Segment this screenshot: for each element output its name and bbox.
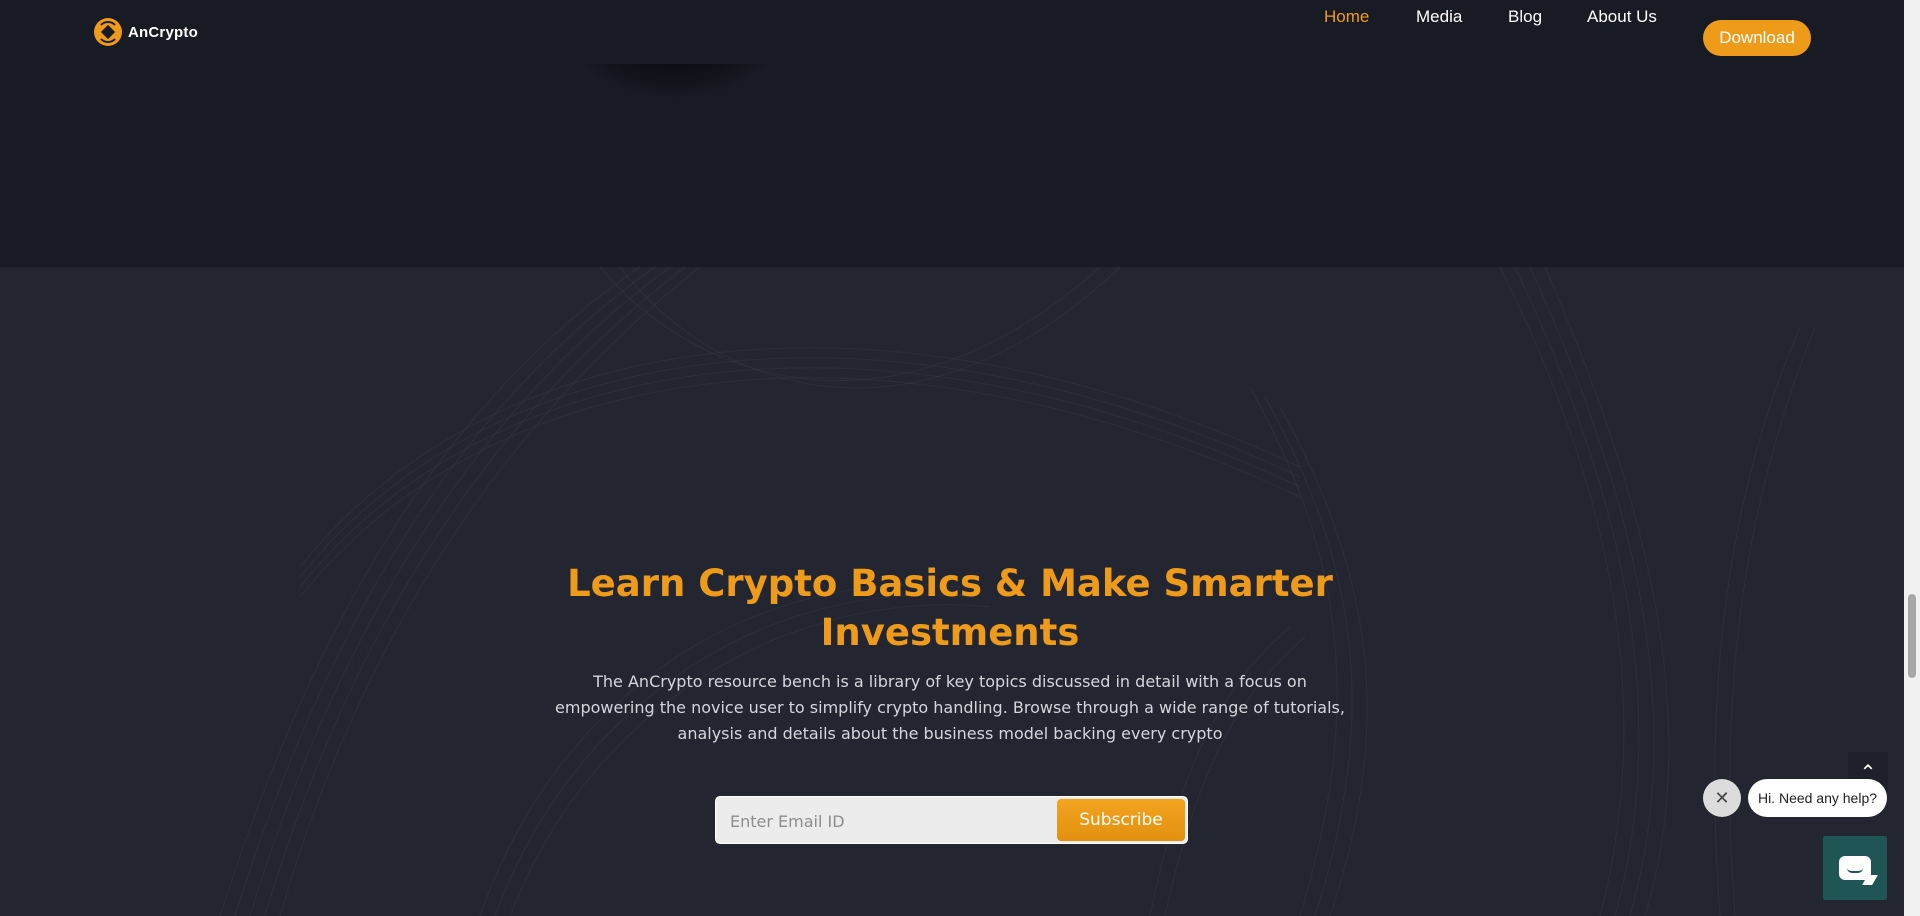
learn-section: Learn Crypto Basics & Make Smarter Inves…: [0, 267, 1904, 916]
scrollbar-thumb[interactable]: [1908, 594, 1916, 678]
nav-about-us[interactable]: About Us: [1587, 7, 1657, 27]
page-scrollbar[interactable]: [1904, 0, 1920, 916]
chat-launcher-button[interactable]: [1823, 836, 1887, 900]
download-button[interactable]: Download: [1703, 20, 1811, 56]
section-headline: Learn Crypto Basics & Make Smarter Inves…: [567, 562, 1333, 654]
nav-blog[interactable]: Blog: [1508, 7, 1542, 27]
section-description: The AnCrypto resource bench is a library…: [555, 672, 1345, 743]
nav-home[interactable]: Home: [1324, 7, 1369, 27]
subscribe-button[interactable]: Subscribe: [1057, 799, 1185, 841]
chat-icon: [1839, 856, 1871, 880]
nav-media[interactable]: Media: [1416, 7, 1462, 27]
close-chat-button[interactable]: ✕: [1703, 779, 1741, 817]
subscribe-form: Subscribe: [715, 796, 1188, 845]
logo-icon: [94, 18, 122, 46]
logo-text: AnCrypto: [128, 23, 198, 41]
site-header: AnCrypto Home Media Blog About Us Downlo…: [0, 0, 1904, 64]
logo[interactable]: AnCrypto: [94, 18, 198, 46]
chat-greeting-bubble[interactable]: Hi. Need any help?: [1748, 779, 1887, 817]
close-icon: ✕: [1714, 787, 1730, 808]
